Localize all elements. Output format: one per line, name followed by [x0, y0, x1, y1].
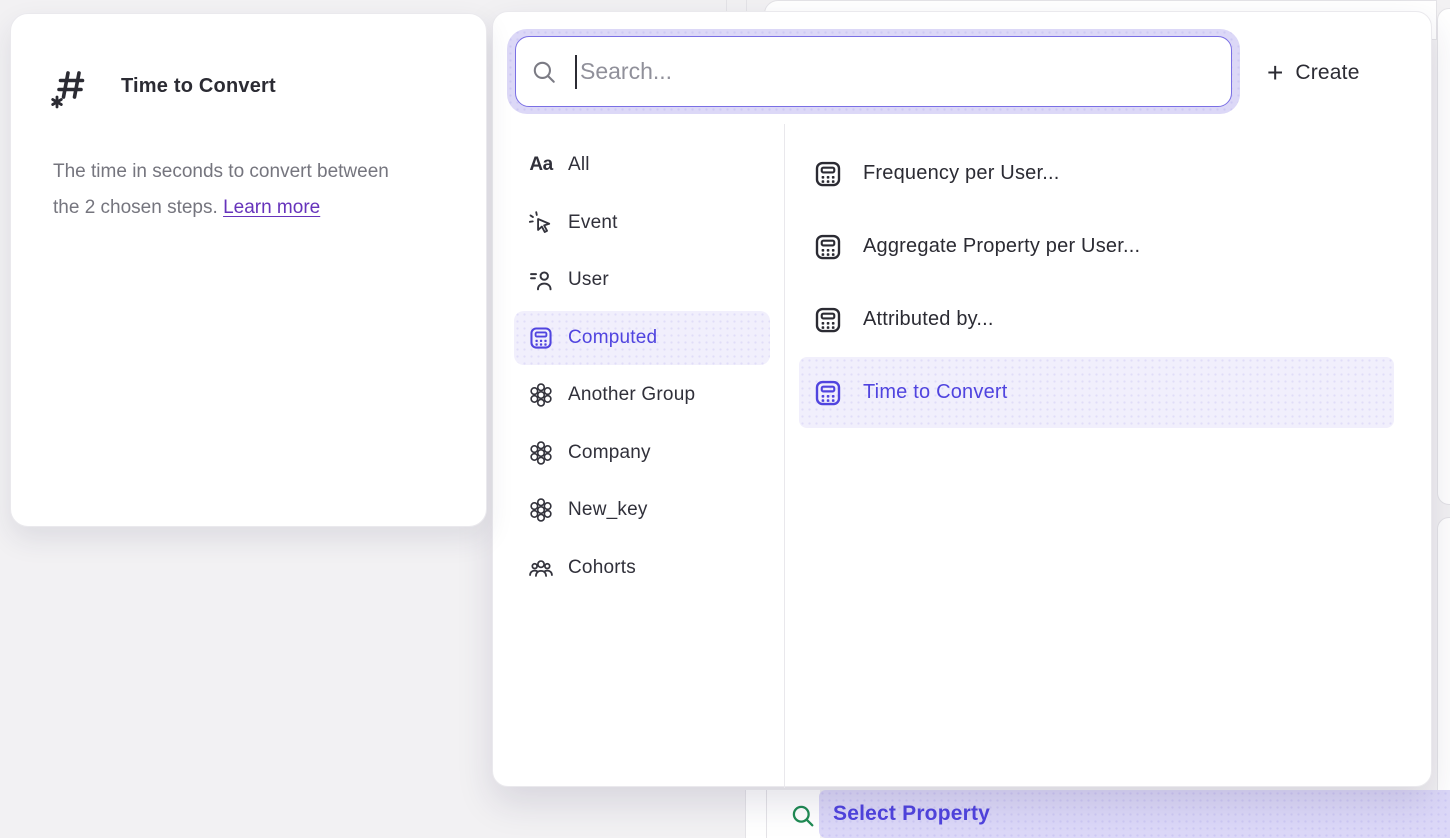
cursor-click-icon	[528, 210, 554, 236]
category-company[interactable]: Company	[514, 426, 770, 480]
search-focus-ring	[507, 29, 1240, 114]
calculator-icon	[813, 378, 843, 408]
learn-more-link[interactable]: Learn more	[223, 197, 320, 218]
search-input[interactable]	[577, 52, 1231, 92]
create-button[interactable]: + Create	[1259, 45, 1409, 101]
category-event[interactable]: Event	[514, 196, 770, 250]
hash-star-icon	[49, 64, 93, 112]
calculator-icon	[528, 325, 554, 351]
category-label: Another Group	[568, 384, 695, 406]
category-computed[interactable]: Computed	[514, 311, 770, 365]
search-icon	[790, 803, 816, 829]
category-list: Aa All Event User Computed Another Group…	[514, 138, 770, 598]
background-panel	[1437, 8, 1450, 505]
category-label: New_key	[568, 499, 648, 521]
result-attributed-by-[interactable]: Attributed by...	[799, 284, 1394, 355]
category-label: Cohorts	[568, 557, 636, 579]
select-property-label: Select Property	[833, 802, 990, 826]
tooltip-description: The time in seconds to convert between t…	[53, 154, 453, 225]
group-icon	[528, 440, 554, 466]
category-another-group[interactable]: Another Group	[514, 368, 770, 422]
tooltip-title: Time to Convert	[121, 75, 276, 98]
property-picker-panel: + Create Aa All Event User Computed Anot…	[492, 11, 1432, 787]
category-label: Event	[568, 212, 618, 234]
result-time-to-convert[interactable]: Time to Convert	[799, 357, 1394, 428]
category-label: Company	[568, 442, 651, 464]
result-label: Aggregate Property per User...	[863, 235, 1140, 258]
category-new-key[interactable]: New_key	[514, 483, 770, 537]
group-icon	[528, 497, 554, 523]
screen: Select Property Time to Convert The time…	[0, 0, 1450, 838]
background-panel-edge	[766, 790, 767, 838]
category-cohorts[interactable]: Cohorts	[514, 541, 770, 595]
search-field[interactable]	[515, 36, 1232, 107]
result-aggregate-property-per-user-[interactable]: Aggregate Property per User...	[799, 211, 1394, 282]
search-icon	[531, 59, 557, 85]
result-frequency-per-user-[interactable]: Frequency per User...	[799, 138, 1394, 209]
result-label: Frequency per User...	[863, 162, 1060, 185]
category-list-divider	[784, 124, 785, 788]
plus-icon: +	[1267, 59, 1283, 87]
category-user[interactable]: User	[514, 253, 770, 307]
results-list: Frequency per User... Aggregate Property…	[799, 138, 1394, 430]
group-icon	[528, 382, 554, 408]
cohorts-icon	[528, 555, 554, 581]
select-property-field[interactable]: Select Property	[819, 790, 1450, 838]
calculator-icon	[813, 159, 843, 189]
category-label: Computed	[568, 327, 657, 349]
text-aa-icon: Aa	[529, 154, 552, 176]
calculator-icon	[813, 232, 843, 262]
category-label: User	[568, 269, 609, 291]
result-label: Time to Convert	[863, 381, 1008, 404]
calculator-icon	[813, 305, 843, 335]
category-label: All	[568, 154, 590, 176]
result-label: Attributed by...	[863, 308, 994, 331]
user-icon	[528, 267, 554, 293]
category-all[interactable]: Aa All	[514, 138, 770, 192]
tooltip-card: Time to Convert The time in seconds to c…	[10, 13, 487, 527]
